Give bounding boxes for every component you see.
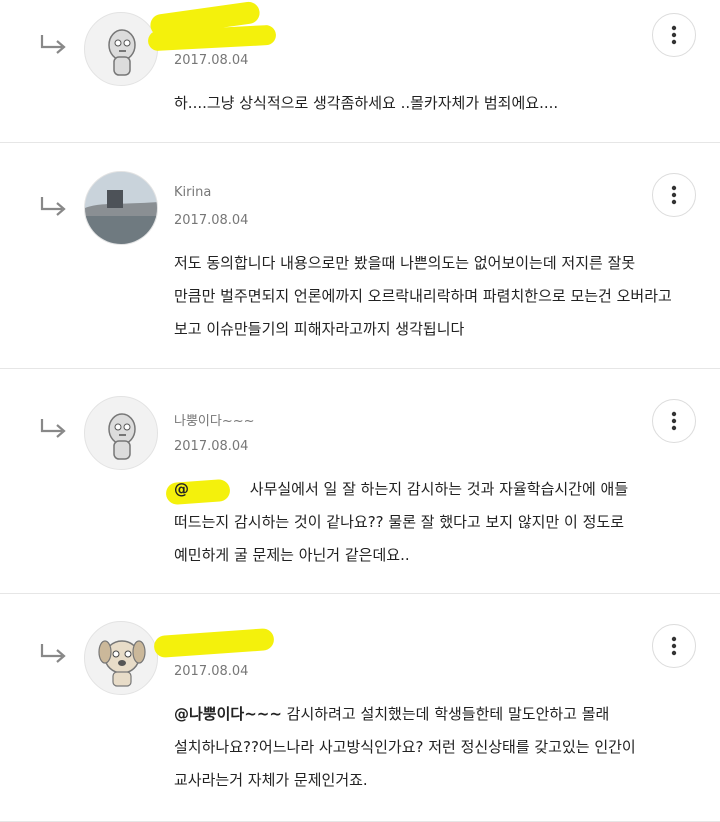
more-options-button[interactable] — [652, 624, 696, 668]
more-vertical-icon — [671, 411, 677, 431]
redaction-highlight — [153, 627, 275, 659]
comment-date: 2017.08.04 — [174, 213, 249, 228]
character-icon — [108, 29, 136, 76]
comment-date: 2017.08.04 — [174, 53, 249, 68]
comment-body: 하....그냥 상식적으로 생각좀하세요 ..몰카자체가 범죄에요.... — [174, 94, 559, 112]
more-vertical-icon — [671, 185, 677, 205]
comment-date: 2017.08.04 — [174, 664, 249, 679]
mention[interactable]: @ — [174, 480, 189, 498]
avatar[interactable] — [84, 12, 158, 86]
dog-character-icon — [98, 640, 146, 687]
comment-item: Kirina 2017.08.04 저도 동의합니다 내용으로만 봤을때 나쁜의… — [0, 143, 720, 369]
comment-author[interactable]: Kirina — [174, 185, 211, 200]
reply-arrow-icon — [40, 35, 66, 54]
more-vertical-icon — [671, 25, 677, 45]
more-options-button[interactable] — [652, 399, 696, 443]
avatar[interactable] — [84, 171, 158, 245]
comment-body: 저도 동의합니다 내용으로만 봤을때 나쁜의도는 없어보이는데 저지른 잘못 만… — [174, 254, 672, 338]
character-icon — [108, 413, 136, 460]
comment-item: 2017.08.04 하....그냥 상식적으로 생각좀하세요 ..몰카자체가 … — [0, 0, 720, 143]
more-vertical-icon — [671, 636, 677, 656]
reply-arrow-icon — [40, 197, 66, 216]
avatar[interactable] — [84, 621, 158, 695]
avatar[interactable] — [84, 396, 158, 470]
comment-author[interactable]: 나뿡이다~~~ — [174, 410, 255, 429]
comment-item: 2017.08.04 @나뿡이다~~~ 감시하려고 설치했는데 학생들한테 말도… — [0, 594, 720, 822]
more-options-button[interactable] — [652, 13, 696, 57]
mention[interactable]: @나뿡이다~~~ — [174, 705, 282, 723]
comment-body: @나뿡이다~~~ 감시하려고 설치했는데 학생들한테 말도안하고 몰래 설치하나… — [174, 705, 636, 789]
comment-item: 나뿡이다~~~ 2017.08.04 @ 사무실에서 일 잘 하는지 감시하는 … — [0, 369, 720, 594]
reply-arrow-icon — [40, 644, 66, 663]
photo-landscape — [85, 172, 157, 244]
reply-arrow-icon — [40, 419, 66, 438]
comment-date: 2017.08.04 — [174, 439, 249, 454]
comment-body: @ 사무실에서 일 잘 하는지 감시하는 것과 자율학습시간에 애들 떠드는지 … — [174, 480, 629, 564]
more-options-button[interactable] — [652, 173, 696, 217]
